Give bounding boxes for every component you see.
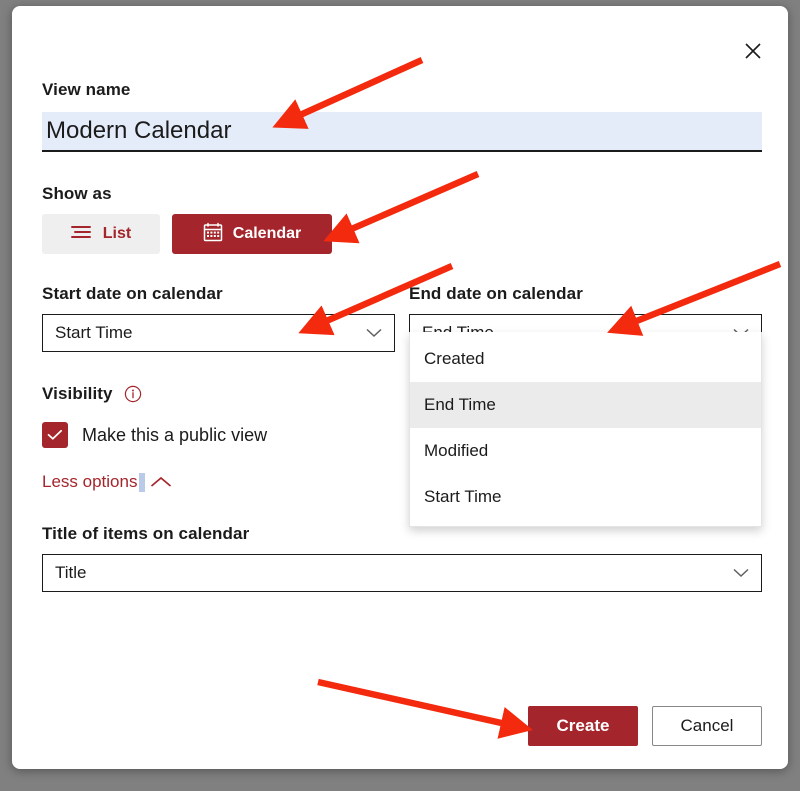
info-glyph [124, 385, 141, 403]
calendar-icon [203, 222, 223, 247]
visibility-label: Visibility [42, 384, 113, 403]
start-date-column: Start date on calendar Start Time [42, 284, 395, 352]
show-as-list-label: List [102, 225, 132, 242]
view-name-label: View name [42, 80, 131, 99]
end-date-label: End date on calendar [409, 284, 583, 303]
chevron-up-icon [150, 476, 172, 488]
close-icon[interactable] [736, 34, 770, 68]
dialog-content: View name Show as List [42, 80, 762, 592]
end-date-column: End date on calendar End Time Created En… [409, 284, 762, 527]
less-options-label: Less options [42, 472, 138, 491]
list-glyph [70, 225, 91, 238]
chevron-down-icon [733, 568, 761, 578]
end-date-dropdown-list: Created End Time Modified Start Time [409, 332, 762, 527]
date-fields-row: Start date on calendar Start Time End da… [42, 284, 762, 527]
start-date-label: Start date on calendar [42, 284, 223, 303]
checkmark-icon [47, 429, 63, 440]
dropdown-option-modified[interactable]: Modified [410, 428, 761, 474]
info-icon[interactable] [124, 385, 142, 403]
start-date-select[interactable]: Start Time [42, 314, 395, 352]
chevron-down-glyph [733, 568, 749, 578]
screenshot-stage: View name Show as List [0, 0, 800, 791]
show-as-calendar-button[interactable]: Calendar [172, 214, 332, 254]
view-name-input[interactable] [42, 112, 762, 150]
show-as-calendar-label: Calendar [232, 225, 302, 242]
title-items-value: Title [55, 563, 87, 582]
dropdown-option-end-time[interactable]: End Time [410, 382, 761, 428]
cancel-button[interactable]: Cancel [652, 706, 762, 746]
view-name-field-wrapper [42, 112, 762, 152]
dropdown-option-created[interactable]: Created [410, 336, 761, 382]
chevron-down-glyph [366, 328, 382, 338]
calendar-glyph [203, 222, 223, 241]
title-items-label: Title of items on calendar [42, 524, 250, 543]
close-glyph [745, 43, 761, 59]
public-view-checkbox[interactable] [42, 422, 68, 448]
create-view-dialog: View name Show as List [12, 6, 788, 769]
show-as-list-button[interactable]: List [42, 214, 160, 254]
show-as-label: Show as [42, 184, 112, 203]
chevron-down-icon [366, 328, 394, 338]
text-cursor-caret [139, 472, 146, 492]
dropdown-option-start-time[interactable]: Start Time [410, 474, 761, 520]
list-icon [70, 224, 93, 245]
title-items-select[interactable]: Title [42, 554, 762, 592]
create-button[interactable]: Create [528, 706, 638, 746]
public-view-checkbox-label: Make this a public view [82, 424, 268, 445]
show-as-toggle-group: List Calendar [42, 214, 762, 254]
start-date-value: Start Time [55, 323, 133, 342]
dialog-footer: Create Cancel [528, 706, 762, 746]
less-options-toggle[interactable]: Less options [42, 472, 172, 492]
chevron-up-glyph [151, 476, 172, 487]
